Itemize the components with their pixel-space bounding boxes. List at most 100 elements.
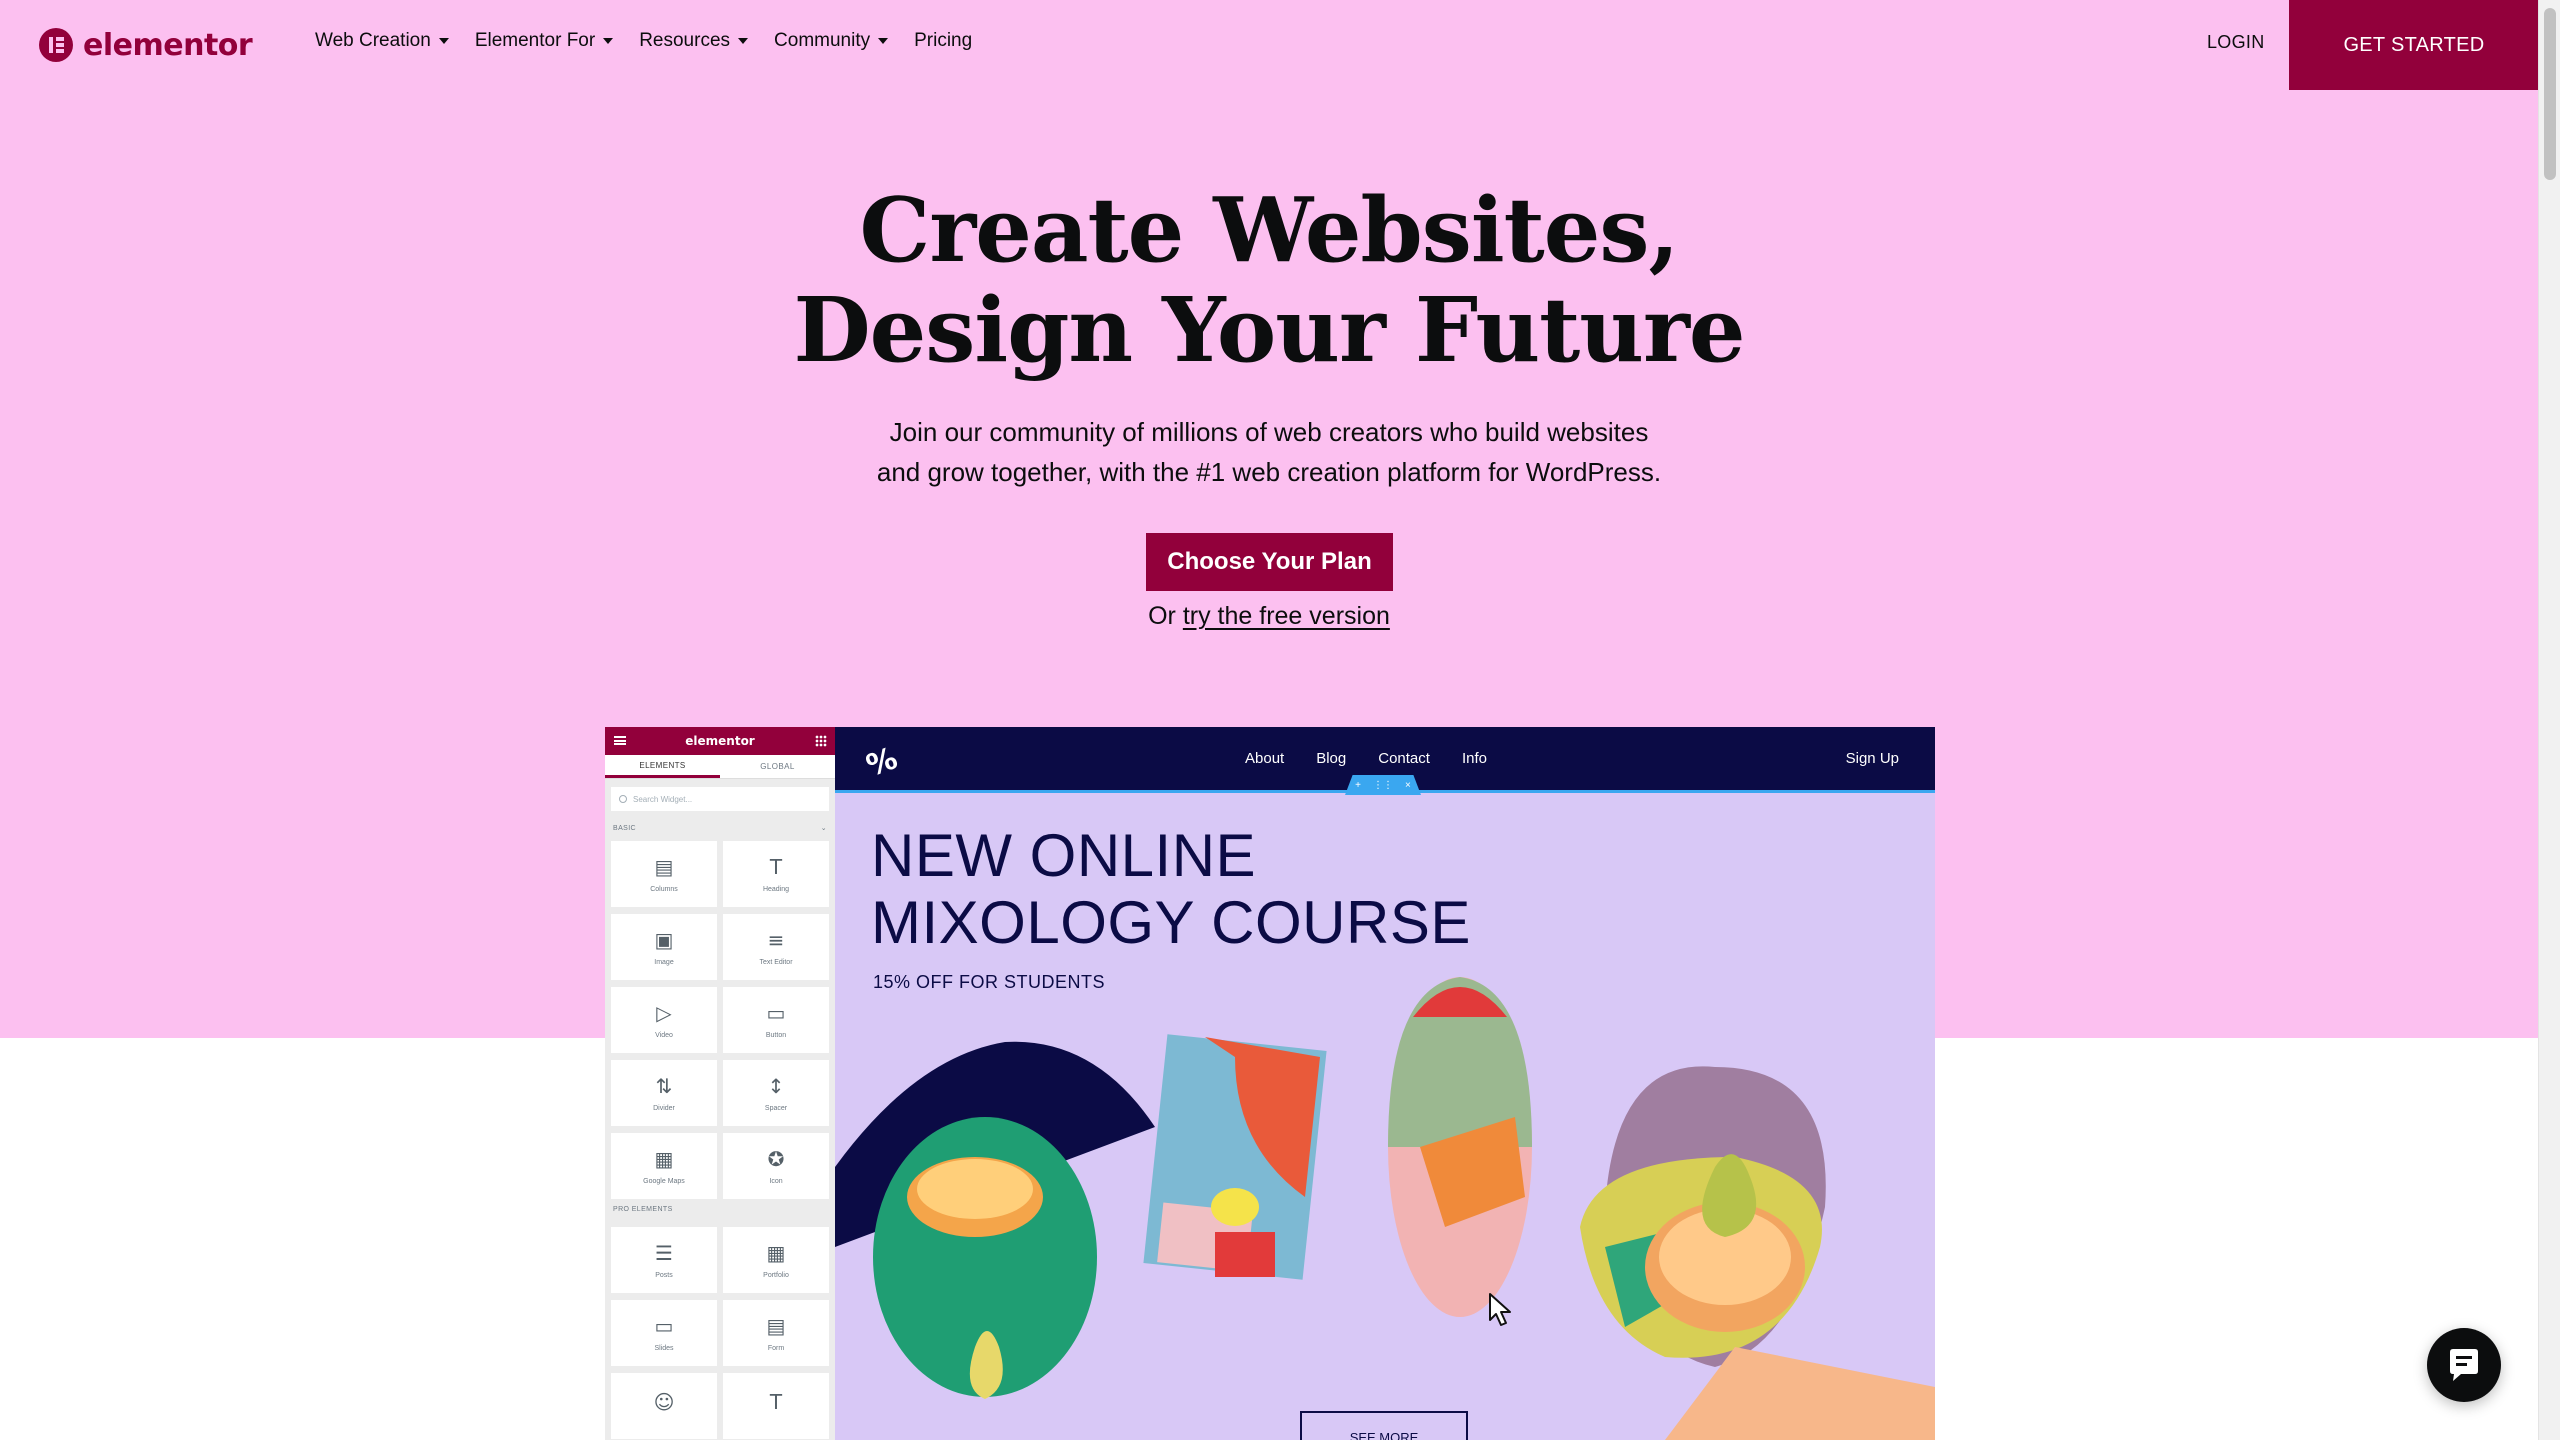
posts-icon: ☰ — [655, 1240, 673, 1265]
section-handle: + ⋮⋮ × — [1345, 775, 1421, 795]
widget-button: ▭ Button — [723, 987, 829, 1053]
site-header: elementor Web Creation Elementor For Res… — [0, 0, 2539, 90]
preview-logo-icon: % — [861, 740, 903, 785]
basic-section-header: BASIC ⌄ — [605, 819, 835, 837]
widget-login: ☺ — [611, 1373, 717, 1439]
button-icon: ▭ — [766, 1000, 786, 1025]
caret-down-icon — [438, 38, 449, 44]
widget-text-editor: ≡ Text Editor — [723, 914, 829, 980]
logo-text: elementor — [83, 27, 253, 63]
chevron-down-icon: ⌄ — [820, 825, 827, 832]
nav-item-web-creation[interactable]: Web Creation — [315, 30, 449, 52]
nav-label: Elementor For — [474, 30, 596, 51]
close-icon: × — [1405, 779, 1411, 791]
hero-subtitle-line-1: Join our community of millions of web cr… — [889, 417, 1649, 447]
preview-headline-line-2: MIXOLOGY COURSE — [871, 889, 1471, 956]
nav-label: Web Creation — [315, 30, 431, 51]
widget-portfolio: ▦ Portfolio — [723, 1227, 829, 1293]
widget-google-maps: ▦ Google Maps — [611, 1133, 717, 1199]
title-icon: T — [769, 1390, 783, 1414]
main-nav: Web Creation Elementor For Resources Com… — [315, 30, 972, 52]
hero-title-line-1: Create Websites, — [859, 177, 1679, 282]
text-editor-icon: ≡ — [767, 927, 785, 952]
widget-form: ▤ Form — [723, 1300, 829, 1366]
try-free-version-link[interactable]: try the free version — [1183, 602, 1390, 630]
hero-subtitle-line-2: and grow together, with the #1 web creat… — [876, 457, 1662, 487]
pro-elements-label: PRO ELEMENTS — [613, 1206, 673, 1213]
widget-label: Portfolio — [763, 1271, 789, 1279]
heading-icon: T — [769, 854, 783, 879]
chat-icon — [2450, 1349, 2478, 1381]
editor-site-preview: % About Blog Contact Info Sign Up + ⋮⋮ × N… — [835, 727, 1935, 1440]
panel-tabs: ELEMENTS GLOBAL — [605, 755, 835, 779]
widget-label: Spacer — [764, 1104, 788, 1112]
hero-title: Create Websites, Design Your Future — [0, 180, 2538, 380]
widget-columns: ▤ Columns — [611, 841, 717, 907]
widget-divider: ⇅ Divider — [611, 1060, 717, 1126]
nav-item-community[interactable]: Community — [774, 30, 889, 52]
widget-title: T — [723, 1373, 829, 1439]
tab-elements: ELEMENTS — [605, 755, 720, 778]
search-icon — [619, 795, 627, 803]
form-icon: ▤ — [766, 1313, 786, 1338]
widget-label: Posts — [655, 1271, 673, 1279]
nav-label: Community — [774, 30, 871, 51]
get-started-button[interactable]: GET STARTED — [2289, 0, 2539, 90]
columns-icon: ▤ — [654, 854, 674, 879]
image-icon: ▣ — [654, 927, 674, 952]
hero-title-line-2: Design Your Future — [793, 277, 1745, 382]
elementor-logo[interactable]: elementor — [39, 27, 253, 63]
nav-label: Pricing — [914, 30, 973, 51]
choose-your-plan-button[interactable]: Choose Your Plan — [1146, 533, 1393, 591]
grid-icon — [815, 735, 827, 747]
add-icon: + — [1355, 779, 1361, 791]
login-icon: ☺ — [653, 1390, 675, 1414]
widget-label: Button — [765, 1031, 787, 1039]
widget-search: Search Widget... — [611, 787, 829, 811]
free-version-line: Or try the free version — [0, 602, 2538, 631]
preview-nav-links: About Blog Contact Info — [1245, 750, 1487, 767]
mouse-cursor-icon — [1489, 1293, 1511, 1326]
widget-label: Google Maps — [643, 1177, 685, 1185]
editor-widget-panel: elementor ELEMENTS GLOBAL Search Widget.… — [605, 727, 835, 1440]
panel-logo: elementor — [685, 734, 755, 748]
login-link[interactable]: LOGIN — [2207, 32, 2265, 53]
caret-down-icon — [878, 38, 889, 44]
panel-header: elementor — [605, 727, 835, 755]
preview-see-more-button: SEE MORE — [1300, 1411, 1468, 1440]
preview-link-contact: Contact — [1378, 750, 1430, 767]
widget-label: Icon — [769, 1177, 783, 1185]
nav-item-resources[interactable]: Resources — [639, 30, 749, 52]
scrollbar-thumb[interactable] — [2544, 8, 2556, 180]
or-text: Or — [1148, 602, 1176, 630]
page-scrollbar[interactable] — [2538, 0, 2560, 1440]
preview-signup-link: Sign Up — [1845, 750, 1899, 767]
widget-slides: ▭ Slides — [611, 1300, 717, 1366]
nav-item-pricing[interactable]: Pricing — [914, 30, 972, 52]
widget-label: Video — [655, 1031, 673, 1039]
tab-global: GLOBAL — [760, 762, 795, 771]
caret-down-icon — [738, 38, 749, 44]
star-icon: ✪ — [767, 1146, 785, 1171]
widget-label: Divider — [653, 1104, 675, 1112]
elementor-logo-icon — [39, 28, 73, 62]
widget-label: Heading — [762, 885, 790, 893]
hero-subtitle: Join our community of millions of web cr… — [0, 412, 2538, 492]
widget-search-placeholder: Search Widget... — [633, 794, 693, 804]
widget-icon: ✪ Icon — [723, 1133, 829, 1199]
nav-item-elementor-for[interactable]: Elementor For — [474, 30, 614, 52]
caret-down-icon — [603, 38, 614, 44]
widget-video: ▷ Video — [611, 987, 717, 1053]
widget-heading: T Heading — [723, 841, 829, 907]
nav-label: Resources — [639, 30, 731, 51]
slides-icon: ▭ — [654, 1313, 674, 1338]
widget-grid: ▤ Columns T Heading ▣ Image ≡ Text Editor ▷ V… — [605, 837, 835, 1440]
chat-button[interactable] — [2427, 1328, 2501, 1402]
video-icon: ▷ — [656, 1000, 672, 1025]
map-icon: ▦ — [654, 1146, 674, 1171]
editor-mockup-image: elementor ELEMENTS GLOBAL Search Widget.… — [605, 727, 1935, 1440]
widget-spacer: ↕ Spacer — [723, 1060, 829, 1126]
portfolio-icon: ▦ — [766, 1240, 786, 1265]
spacer-icon: ↕ — [767, 1073, 785, 1098]
divider-icon: ⇅ — [655, 1073, 673, 1098]
